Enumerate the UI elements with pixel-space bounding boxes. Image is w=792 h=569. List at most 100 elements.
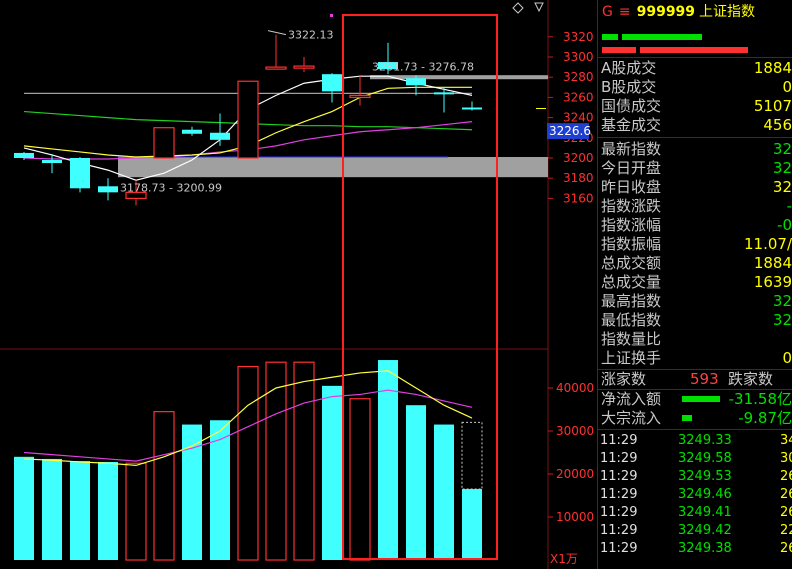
flow-row: 净流入额 -31.58亿 xyxy=(598,390,792,409)
quote-value: 32 xyxy=(772,178,792,196)
quote-value: 32 xyxy=(772,159,792,177)
volume-bar xyxy=(182,424,202,560)
volume-bar xyxy=(14,456,34,560)
tick-volume: 26 xyxy=(780,469,792,484)
quote-row: 最高指数 32 xyxy=(598,292,792,311)
tick-price: 3249.53 xyxy=(678,469,732,484)
stat-label: A股成交 xyxy=(601,59,657,77)
down-count-label: 跌家数 xyxy=(728,370,774,388)
candle-body xyxy=(265,66,287,70)
quote-label: 今日开盘 xyxy=(601,159,662,177)
tick-volume: 30 xyxy=(780,451,792,466)
volume-bar xyxy=(293,361,315,561)
quote-label: 上证换手 xyxy=(601,349,662,367)
quote-value: 32 xyxy=(772,292,792,310)
candle-body xyxy=(293,65,315,69)
quote-row: 昨日收盘 32 xyxy=(598,178,792,197)
volume-bar xyxy=(98,461,118,560)
quote-label: 总成交量 xyxy=(601,273,662,291)
quote-value: 0 xyxy=(782,349,792,367)
quote-value: 1639 xyxy=(753,273,792,291)
stat-value: 1884 xyxy=(753,59,792,77)
volume-bar xyxy=(153,411,175,561)
price-tick-label: 3300 xyxy=(563,50,594,64)
candle-body xyxy=(406,78,426,86)
stat-value: 0 xyxy=(782,78,792,96)
price-tick-label: 3200 xyxy=(563,151,594,165)
stock-header[interactable]: G ≡ 999999 上证指数 xyxy=(598,0,792,24)
quote-label: 最低指数 xyxy=(601,311,662,329)
tick-price: 3249.58 xyxy=(678,451,732,466)
candle-body xyxy=(462,107,482,110)
tick-row: 11:29 3249.58 30 xyxy=(598,450,792,468)
tick-row: 11:29 3249.33 34 xyxy=(598,432,792,450)
stat-row: 国债成交 5107 xyxy=(598,97,792,116)
group-marker: G xyxy=(602,4,613,20)
projected-volume-bar xyxy=(461,421,483,490)
menu-icon[interactable]: ≡ xyxy=(619,4,631,20)
tick-row: 11:29 3249.46 26 xyxy=(598,486,792,504)
flow-row: 大宗流入 -9.87亿 xyxy=(598,409,792,428)
tick-price: 3249.33 xyxy=(678,433,732,448)
tick-volume: 22 xyxy=(780,523,792,538)
volume-bar xyxy=(237,365,259,561)
quote-label: 总成交额 xyxy=(601,254,662,272)
quote-row: 上证换手 0 xyxy=(598,349,792,368)
tick-price: 3249.42 xyxy=(678,523,732,538)
volume-tick-label: 20000 xyxy=(556,467,594,481)
fund-flows: 净流入额 -31.58亿 大宗流入 -9.87亿 xyxy=(598,390,792,428)
range-top-label: 3281.73 - 3276.78 xyxy=(372,60,474,73)
tick-row: 11:29 3249.38 26 xyxy=(598,540,792,558)
tick-volume: 26 xyxy=(780,487,792,502)
candle-body xyxy=(322,74,342,92)
stat-label: B股成交 xyxy=(601,78,657,96)
kline-chart[interactable]: 3320330032803260324032203200318031604000… xyxy=(0,0,597,569)
candle-body xyxy=(349,94,371,98)
stat-label: 基金成交 xyxy=(601,116,662,134)
quote-value: 1884 xyxy=(753,254,792,272)
quote-label: 指数涨幅 xyxy=(601,216,662,234)
range-bottom-label: 3178.73 - 3200.99 xyxy=(120,181,222,194)
quote-row: 指数涨跌 - xyxy=(598,197,792,216)
volume-tick-label: 40000 xyxy=(556,381,594,395)
volume-bar xyxy=(322,385,342,560)
quote-label: 最新指数 xyxy=(601,140,662,158)
tick-price: 3249.41 xyxy=(678,505,732,520)
up-down-bars xyxy=(598,24,792,54)
stock-code: 999999 xyxy=(636,4,696,20)
tick-row: 11:29 3249.53 26 xyxy=(598,468,792,486)
candle-body xyxy=(14,152,34,158)
stat-row: B股成交 0 xyxy=(598,78,792,97)
volume-bar xyxy=(70,461,90,560)
candle-body xyxy=(237,80,259,159)
volume-tick-label: 10000 xyxy=(556,510,594,524)
quote-row: 指数量比 xyxy=(598,330,792,349)
stat-row: A股成交 1884 xyxy=(598,59,792,78)
volume-bar xyxy=(406,405,426,560)
flow-bar xyxy=(682,415,692,421)
diamond-icon[interactable] xyxy=(512,2,524,14)
quote-value: -0 xyxy=(777,216,792,234)
tick-list[interactable]: 11:29 3249.33 34 11:29 3249.58 30 11:29 3249.53… xyxy=(598,430,792,558)
quote-panel: G ≡ 999999 上证指数 A股成交 1884 B股成交 0 国债成交 5107 基金成交 45… xyxy=(597,0,792,569)
price-tick-label: 3240 xyxy=(563,111,594,125)
candle-body xyxy=(182,129,202,134)
tick-volume: 34 xyxy=(780,433,792,448)
tick-time: 11:29 xyxy=(600,433,638,448)
tick-row: 11:29 3249.41 26 xyxy=(598,504,792,522)
volume-bar xyxy=(42,458,62,560)
price-tick-label: 3320 xyxy=(563,30,594,44)
tick-time: 11:29 xyxy=(600,523,638,538)
flow-label: 大宗流入 xyxy=(601,409,662,427)
dropdown-icon[interactable] xyxy=(534,2,544,13)
quote-label: 昨日收盘 xyxy=(601,178,662,196)
price-tick-label: 3280 xyxy=(563,70,594,84)
stat-value: 5107 xyxy=(753,97,792,115)
tick-row: 11:29 3249.42 22 xyxy=(598,522,792,540)
quote-label: 指数振幅 xyxy=(601,235,662,253)
tick-volume: 26 xyxy=(780,505,792,520)
quote-value: - xyxy=(786,197,792,215)
quote-row: 指数振幅 11.07/ xyxy=(598,235,792,254)
volume-bar xyxy=(125,462,147,561)
quote-row: 今日开盘 32 xyxy=(598,159,792,178)
